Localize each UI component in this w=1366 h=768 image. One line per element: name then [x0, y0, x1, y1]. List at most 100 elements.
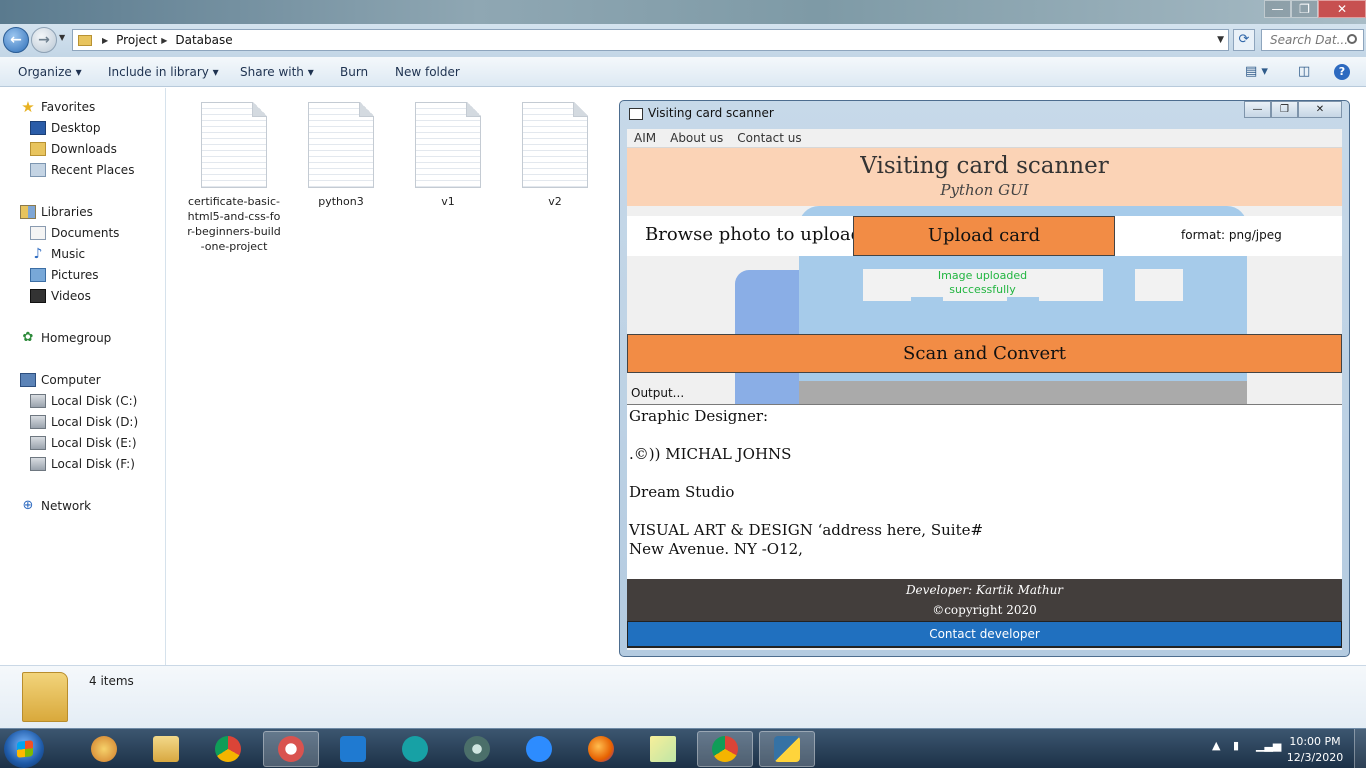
app-minimize-button[interactable]: — [1244, 101, 1271, 118]
breadcrumb-project[interactable]: Project [116, 33, 157, 47]
bg-shape [799, 381, 1247, 404]
scan-and-convert-button[interactable]: Scan and Convert [627, 334, 1342, 373]
menu-aim[interactable]: AIM [634, 129, 656, 147]
share-with-button[interactable]: Share with ▾ [240, 65, 314, 79]
menu-about-us[interactable]: About us [670, 129, 723, 147]
recent-pages-dropdown[interactable]: ▼ [59, 33, 65, 42]
network-signal-icon[interactable]: ▁▃▅ [1256, 739, 1281, 752]
nav-recent-places[interactable]: Recent Places [30, 163, 134, 177]
app-window-controls: — ❐ ✕ [1244, 101, 1342, 118]
start-button[interactable] [4, 730, 44, 768]
disk-icon [30, 436, 46, 450]
nav-disk-e[interactable]: Local Disk (E:) [30, 436, 137, 450]
nav-documents[interactable]: Documents [30, 226, 119, 240]
nav-label: Local Disk (E:) [51, 436, 137, 450]
nav-disk-d[interactable]: Local Disk (D:) [30, 415, 138, 429]
app-close-button[interactable]: ✕ [1298, 101, 1342, 118]
output-line: VISUAL ART & DESIGN ‘address here, Suite… [629, 521, 984, 539]
address-dropdown-icon[interactable]: ▼ [1217, 35, 1224, 45]
burn-button[interactable]: Burn [340, 65, 368, 79]
include-in-library-button[interactable]: Include in library ▾ [108, 65, 219, 79]
file-item[interactable]: certificate-basic-html5-and-css-for-begi… [186, 102, 282, 254]
nav-disk-c[interactable]: Local Disk (C:) [30, 394, 137, 408]
nav-pictures[interactable]: Pictures [30, 268, 99, 282]
developer-credit: Developer: Kartik Mathur [905, 583, 1064, 597]
app-window: Visiting card scanner — ❐ ✕ AIM About us… [619, 100, 1350, 657]
taskbar-atom[interactable] [449, 731, 505, 767]
address-field[interactable]: ▶ Project ▶ Database ▼ [72, 29, 1229, 51]
nav-videos[interactable]: Videos [30, 289, 91, 303]
nav-libraries[interactable]: Libraries [20, 205, 93, 219]
nav-label: Recent Places [51, 163, 135, 177]
nav-disk-f[interactable]: Local Disk (F:) [30, 457, 135, 471]
app-header: Visiting card scanner Python GUI [627, 148, 1342, 206]
output-line: .©)) MICHAL JOHNS [629, 445, 792, 463]
chrome-icon [712, 736, 738, 762]
nav-computer[interactable]: Computer [20, 373, 101, 387]
back-button[interactable]: ← [3, 27, 29, 53]
search-placeholder: Search Dat... [1270, 33, 1349, 47]
explorer-titlebar: — ❐ ✕ [0, 0, 1366, 24]
details-pane: 4 items [0, 665, 1366, 728]
taskbar-explorer[interactable] [138, 731, 194, 767]
taskbar-python[interactable] [759, 731, 815, 767]
preview-pane-icon[interactable]: ◫ [1298, 64, 1310, 79]
window-controls: — ❐ ✕ [1264, 0, 1366, 18]
breadcrumb-database[interactable]: Database [175, 33, 232, 47]
menu-contact-us[interactable]: Contact us [737, 129, 801, 147]
windows-logo-icon [17, 740, 33, 758]
file-item[interactable]: python3 [293, 102, 389, 209]
output-line: Graphic Designer: [629, 407, 769, 425]
output-textbox[interactable]: Graphic Designer: .©)) MICHAL JOHNS Drea… [627, 404, 1342, 579]
nav-music[interactable]: ♪ Music [30, 247, 86, 261]
organize-button[interactable]: Organize ▾ [18, 65, 82, 79]
taskbar-arduino[interactable] [387, 731, 443, 767]
file-name: v2 [548, 195, 562, 208]
forward-button[interactable]: → [31, 27, 57, 53]
disk-icon [30, 457, 46, 471]
system-clock[interactable]: 10:00 PM 12/3/2020 [1280, 734, 1350, 766]
taskbar-sticky-notes[interactable] [635, 731, 691, 767]
nav-label: Videos [51, 289, 91, 303]
close-button[interactable]: ✕ [1318, 0, 1366, 18]
nav-downloads[interactable]: Downloads [30, 142, 117, 156]
snipping-icon [278, 736, 304, 762]
minimize-button[interactable]: — [1264, 0, 1291, 18]
contact-developer-button[interactable]: Contact developer [627, 621, 1342, 648]
taskbar-snipping[interactable] [263, 731, 319, 767]
taskbar-chrome-2[interactable] [697, 731, 753, 767]
app-maximize-button[interactable]: ❐ [1271, 101, 1298, 118]
file-item[interactable]: v2 [507, 102, 603, 209]
search-input[interactable]: Search Dat... [1261, 29, 1364, 51]
bg-shape [1135, 269, 1183, 301]
power-icon[interactable]: ▮ [1233, 739, 1239, 752]
upload-card-button[interactable]: Upload card [853, 216, 1115, 256]
nav-desktop[interactable]: Desktop [30, 121, 101, 135]
view-options-icon[interactable]: ▤ ▾ [1245, 64, 1268, 79]
new-folder-button[interactable]: New folder [395, 65, 460, 79]
refresh-button[interactable]: ⟳ [1233, 29, 1255, 51]
maximize-button[interactable]: ❐ [1291, 0, 1318, 18]
document-icon [308, 102, 374, 188]
help-icon[interactable]: ? [1334, 64, 1350, 80]
desktop-icon [30, 121, 46, 135]
taskbar-zoom[interactable] [511, 731, 567, 767]
show-hidden-icons-icon[interactable]: ▲ [1212, 739, 1220, 752]
file-item[interactable]: v1 [400, 102, 496, 209]
nav-label: Pictures [51, 268, 99, 282]
taskbar-vscode[interactable] [325, 731, 381, 767]
taskbar-chrome[interactable] [200, 731, 256, 767]
taskbar-firefox[interactable] [573, 731, 629, 767]
firefox-icon [588, 736, 614, 762]
recent-places-icon [30, 163, 46, 177]
clock-time: 10:00 PM [1289, 735, 1341, 748]
nav-favorites[interactable]: ★ Favorites [20, 100, 95, 115]
taskbar-paint[interactable] [76, 731, 132, 767]
nav-homegroup[interactable]: ✿ Homegroup [20, 331, 112, 346]
show-desktop-button[interactable] [1354, 729, 1366, 768]
document-icon [522, 102, 588, 188]
document-icon [201, 102, 267, 188]
nav-network[interactable]: ⊕ Network [20, 499, 92, 514]
